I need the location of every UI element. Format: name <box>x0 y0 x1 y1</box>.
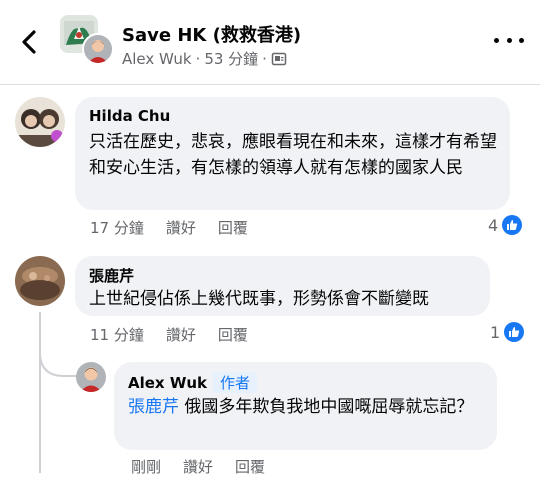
comment-author[interactable]: 張鹿芹 <box>89 265 134 286</box>
reply-text: 張鹿芹 俄國多年欺負我地中國嘅屈辱就忘記？ <box>128 394 488 420</box>
commenter-avatar[interactable] <box>15 97 65 147</box>
reaction-summary[interactable]: 4 <box>488 215 523 235</box>
reply-author-avatar[interactable] <box>76 362 106 392</box>
reply-body: 俄國多年欺負我地中國嘅屈辱就忘記？ <box>179 397 474 417</box>
reply-link[interactable]: 回覆 <box>218 219 248 237</box>
comment-author[interactable]: Hilda Chu <box>89 107 170 125</box>
like-reaction-icon <box>502 215 523 235</box>
image-icon <box>271 52 287 65</box>
like-reaction-icon <box>504 322 525 342</box>
comment-bubble: Hilda Chu 只活在歷史，悲哀，應眼看現在和未來，這樣才有希望和安心生活，… <box>75 97 510 210</box>
reaction-count: 1 <box>490 322 501 342</box>
meta-separator: · <box>195 49 201 68</box>
reply-time[interactable]: 剛剛 <box>131 458 161 476</box>
comment-actions: 11 分鐘 讚好 回覆 <box>90 324 270 345</box>
comment-text: 只活在歷史，悲哀，應眼看現在和未來，這樣才有希望和安心生活，有怎樣的領導人就有怎… <box>89 132 497 178</box>
reply-author: Alex Wuk 作者 <box>128 372 258 393</box>
more-options-button[interactable] <box>494 30 524 50</box>
mention-link[interactable]: 張鹿芹 <box>128 397 179 417</box>
comment-text: 上世紀侵佔係上幾代既事，形勢係會不斷變既 <box>89 289 429 309</box>
reply-bubble: Alex Wuk 作者 張鹿芹 俄國多年欺負我地中國嘅屈辱就忘記？ <box>114 362 497 450</box>
meta-separator: · <box>262 49 267 68</box>
like-link[interactable]: 讚好 <box>183 458 213 476</box>
comment-bubble: 張鹿芹 上世紀侵佔係上幾代既事，形勢係會不斷變既 <box>75 256 490 316</box>
like-link[interactable]: 讚好 <box>166 326 196 344</box>
author-badge: 作者 <box>213 372 258 393</box>
header-divider <box>0 84 540 85</box>
post-meta: Alex Wuk · 53 分鐘 · <box>122 48 287 69</box>
reaction-summary[interactable]: 1 <box>490 322 525 342</box>
author-avatar[interactable] <box>82 33 114 65</box>
comment-actions: 17 分鐘 讚好 回覆 <box>90 217 270 238</box>
person-photo-icon <box>84 35 112 63</box>
back-button[interactable] <box>14 26 46 58</box>
more-dot-icon <box>494 37 499 43</box>
person-photo-icon <box>76 362 106 392</box>
post-time[interactable]: 53 分鐘 <box>204 48 258 69</box>
chevron-left-icon <box>22 30 36 54</box>
like-link[interactable]: 讚好 <box>166 219 196 237</box>
reply-link[interactable]: 回覆 <box>235 458 265 476</box>
thread-line <box>39 312 41 473</box>
comment-time[interactable]: 17 分鐘 <box>90 219 144 237</box>
page-name[interactable]: Save HK (救救香港) <box>122 21 301 47</box>
more-dot-icon <box>506 37 512 43</box>
commenter-photo-icon <box>15 97 65 147</box>
reply-actions: 剛剛 讚好 回覆 <box>131 456 287 477</box>
comment-time[interactable]: 11 分鐘 <box>90 326 144 344</box>
post-author[interactable]: Alex Wuk <box>122 50 192 68</box>
commenter-photo-icon <box>15 256 65 306</box>
reaction-count: 4 <box>488 215 499 235</box>
reply-author-name[interactable]: Alex Wuk <box>128 374 207 392</box>
more-dot-icon <box>519 37 524 43</box>
thread-connector <box>39 352 79 377</box>
commenter-avatar[interactable] <box>15 256 65 306</box>
reply-link[interactable]: 回覆 <box>218 326 248 344</box>
